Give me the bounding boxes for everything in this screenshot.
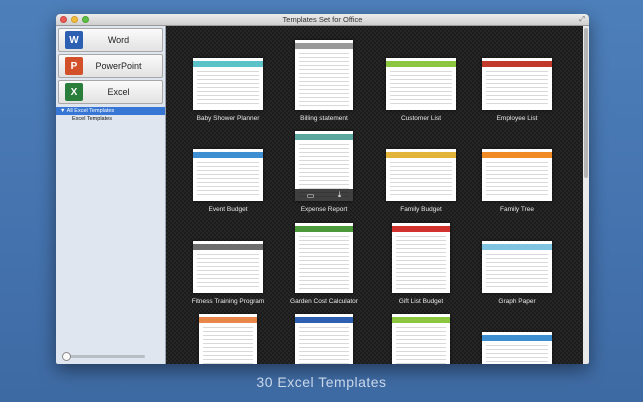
template-tile[interactable]: Family Tree bbox=[469, 125, 565, 220]
template-tile[interactable]: Baby Shower Planner bbox=[180, 34, 276, 129]
template-tile[interactable]: ▭ ⤓ Expense Report bbox=[276, 125, 372, 220]
excel-button-label: Excel bbox=[107, 87, 130, 97]
template-tile[interactable]: Garden Cost Calculator bbox=[276, 217, 372, 312]
template-thumbnail[interactable] bbox=[392, 314, 450, 364]
template-actions-bar: ▭ ⤓ bbox=[295, 189, 353, 201]
template-thumbnail[interactable] bbox=[295, 223, 353, 293]
template-name: Gift List Budget bbox=[398, 298, 444, 305]
template-tile[interactable]: Event Budget bbox=[180, 125, 276, 220]
zoom-slider-knob[interactable] bbox=[62, 352, 71, 361]
template-tile[interactable]: Customer List bbox=[373, 34, 469, 129]
open-folder-icon[interactable]: ▭ bbox=[307, 191, 315, 200]
powerpoint-button-label: PowerPoint bbox=[95, 61, 142, 71]
vertical-scrollbar[interactable] bbox=[583, 26, 589, 364]
template-name: Family Budget bbox=[400, 206, 442, 213]
template-thumbnail[interactable] bbox=[386, 58, 456, 110]
sidebar: W Word P PowerPoint X Excel ▼ All Excel … bbox=[56, 26, 166, 364]
template-tile[interactable]: Employee List bbox=[469, 34, 565, 129]
template-name: Garden Cost Calculator bbox=[290, 298, 358, 305]
template-tile[interactable] bbox=[469, 308, 565, 364]
category-tree: ▼ All Excel Templates Excel Templates bbox=[56, 107, 165, 123]
template-thumbnail[interactable] bbox=[193, 241, 263, 293]
template-thumbnail[interactable] bbox=[392, 223, 450, 293]
template-name: Fitness Training Program bbox=[191, 298, 265, 305]
template-tile[interactable]: Billing statement bbox=[276, 34, 372, 129]
template-tile[interactable]: Gift List Budget bbox=[373, 217, 469, 312]
template-name: Billing statement bbox=[300, 115, 348, 122]
template-name: Employee List bbox=[496, 115, 538, 122]
template-thumbnail[interactable] bbox=[193, 149, 263, 201]
template-thumbnail[interactable] bbox=[295, 314, 353, 364]
template-tile[interactable] bbox=[180, 308, 276, 364]
template-name: Graph Paper bbox=[498, 298, 536, 305]
tree-item-all-excel-templates[interactable]: ▼ All Excel Templates bbox=[56, 107, 165, 115]
template-thumbnail[interactable] bbox=[386, 149, 456, 201]
template-thumbnail[interactable] bbox=[482, 58, 552, 110]
template-tile[interactable]: Graph Paper bbox=[469, 217, 565, 312]
template-thumbnail[interactable] bbox=[482, 332, 552, 364]
template-name: Expense Report bbox=[300, 206, 348, 213]
fullscreen-icon[interactable]: ⤢ bbox=[579, 16, 585, 24]
window-title: Templates Set for Office bbox=[282, 15, 363, 24]
template-tile[interactable]: Fitness Training Program bbox=[180, 217, 276, 312]
template-thumbnail[interactable] bbox=[295, 40, 353, 110]
footer-caption: 30 Excel Templates bbox=[256, 374, 387, 390]
template-thumbnail[interactable] bbox=[482, 241, 552, 293]
template-name: Baby Shower Planner bbox=[196, 115, 260, 122]
template-thumbnail[interactable] bbox=[199, 314, 257, 364]
template-tile[interactable]: Family Budget bbox=[373, 125, 469, 220]
excel-button[interactable]: X Excel bbox=[58, 80, 163, 104]
template-thumbnail[interactable]: ▭ ⤓ bbox=[295, 131, 353, 201]
template-gallery: Baby Shower Planner Billing statement Cust… bbox=[166, 26, 583, 364]
download-icon[interactable]: ⤓ bbox=[338, 190, 342, 200]
word-app-icon: W bbox=[65, 31, 83, 49]
template-thumbnail[interactable] bbox=[482, 149, 552, 201]
template-tile[interactable] bbox=[373, 308, 469, 364]
template-tile[interactable] bbox=[276, 308, 372, 364]
template-name: Event Budget bbox=[208, 206, 248, 213]
powerpoint-app-icon: P bbox=[65, 57, 83, 75]
zoom-slider[interactable] bbox=[62, 352, 145, 361]
template-thumbnail[interactable] bbox=[193, 58, 263, 110]
tree-item-excel-templates[interactable]: Excel Templates bbox=[56, 115, 165, 123]
titlebar: Templates Set for Office ⤢ bbox=[56, 14, 589, 26]
word-button[interactable]: W Word bbox=[58, 28, 163, 52]
scrollbar-thumb[interactable] bbox=[584, 28, 588, 178]
word-button-label: Word bbox=[107, 35, 130, 45]
template-name: Customer List bbox=[400, 115, 442, 122]
excel-app-icon: X bbox=[65, 83, 83, 101]
template-name: Family Tree bbox=[500, 206, 534, 213]
app-window: Templates Set for Office ⤢ W Word P Powe… bbox=[56, 14, 589, 364]
powerpoint-button[interactable]: P PowerPoint bbox=[58, 54, 163, 78]
